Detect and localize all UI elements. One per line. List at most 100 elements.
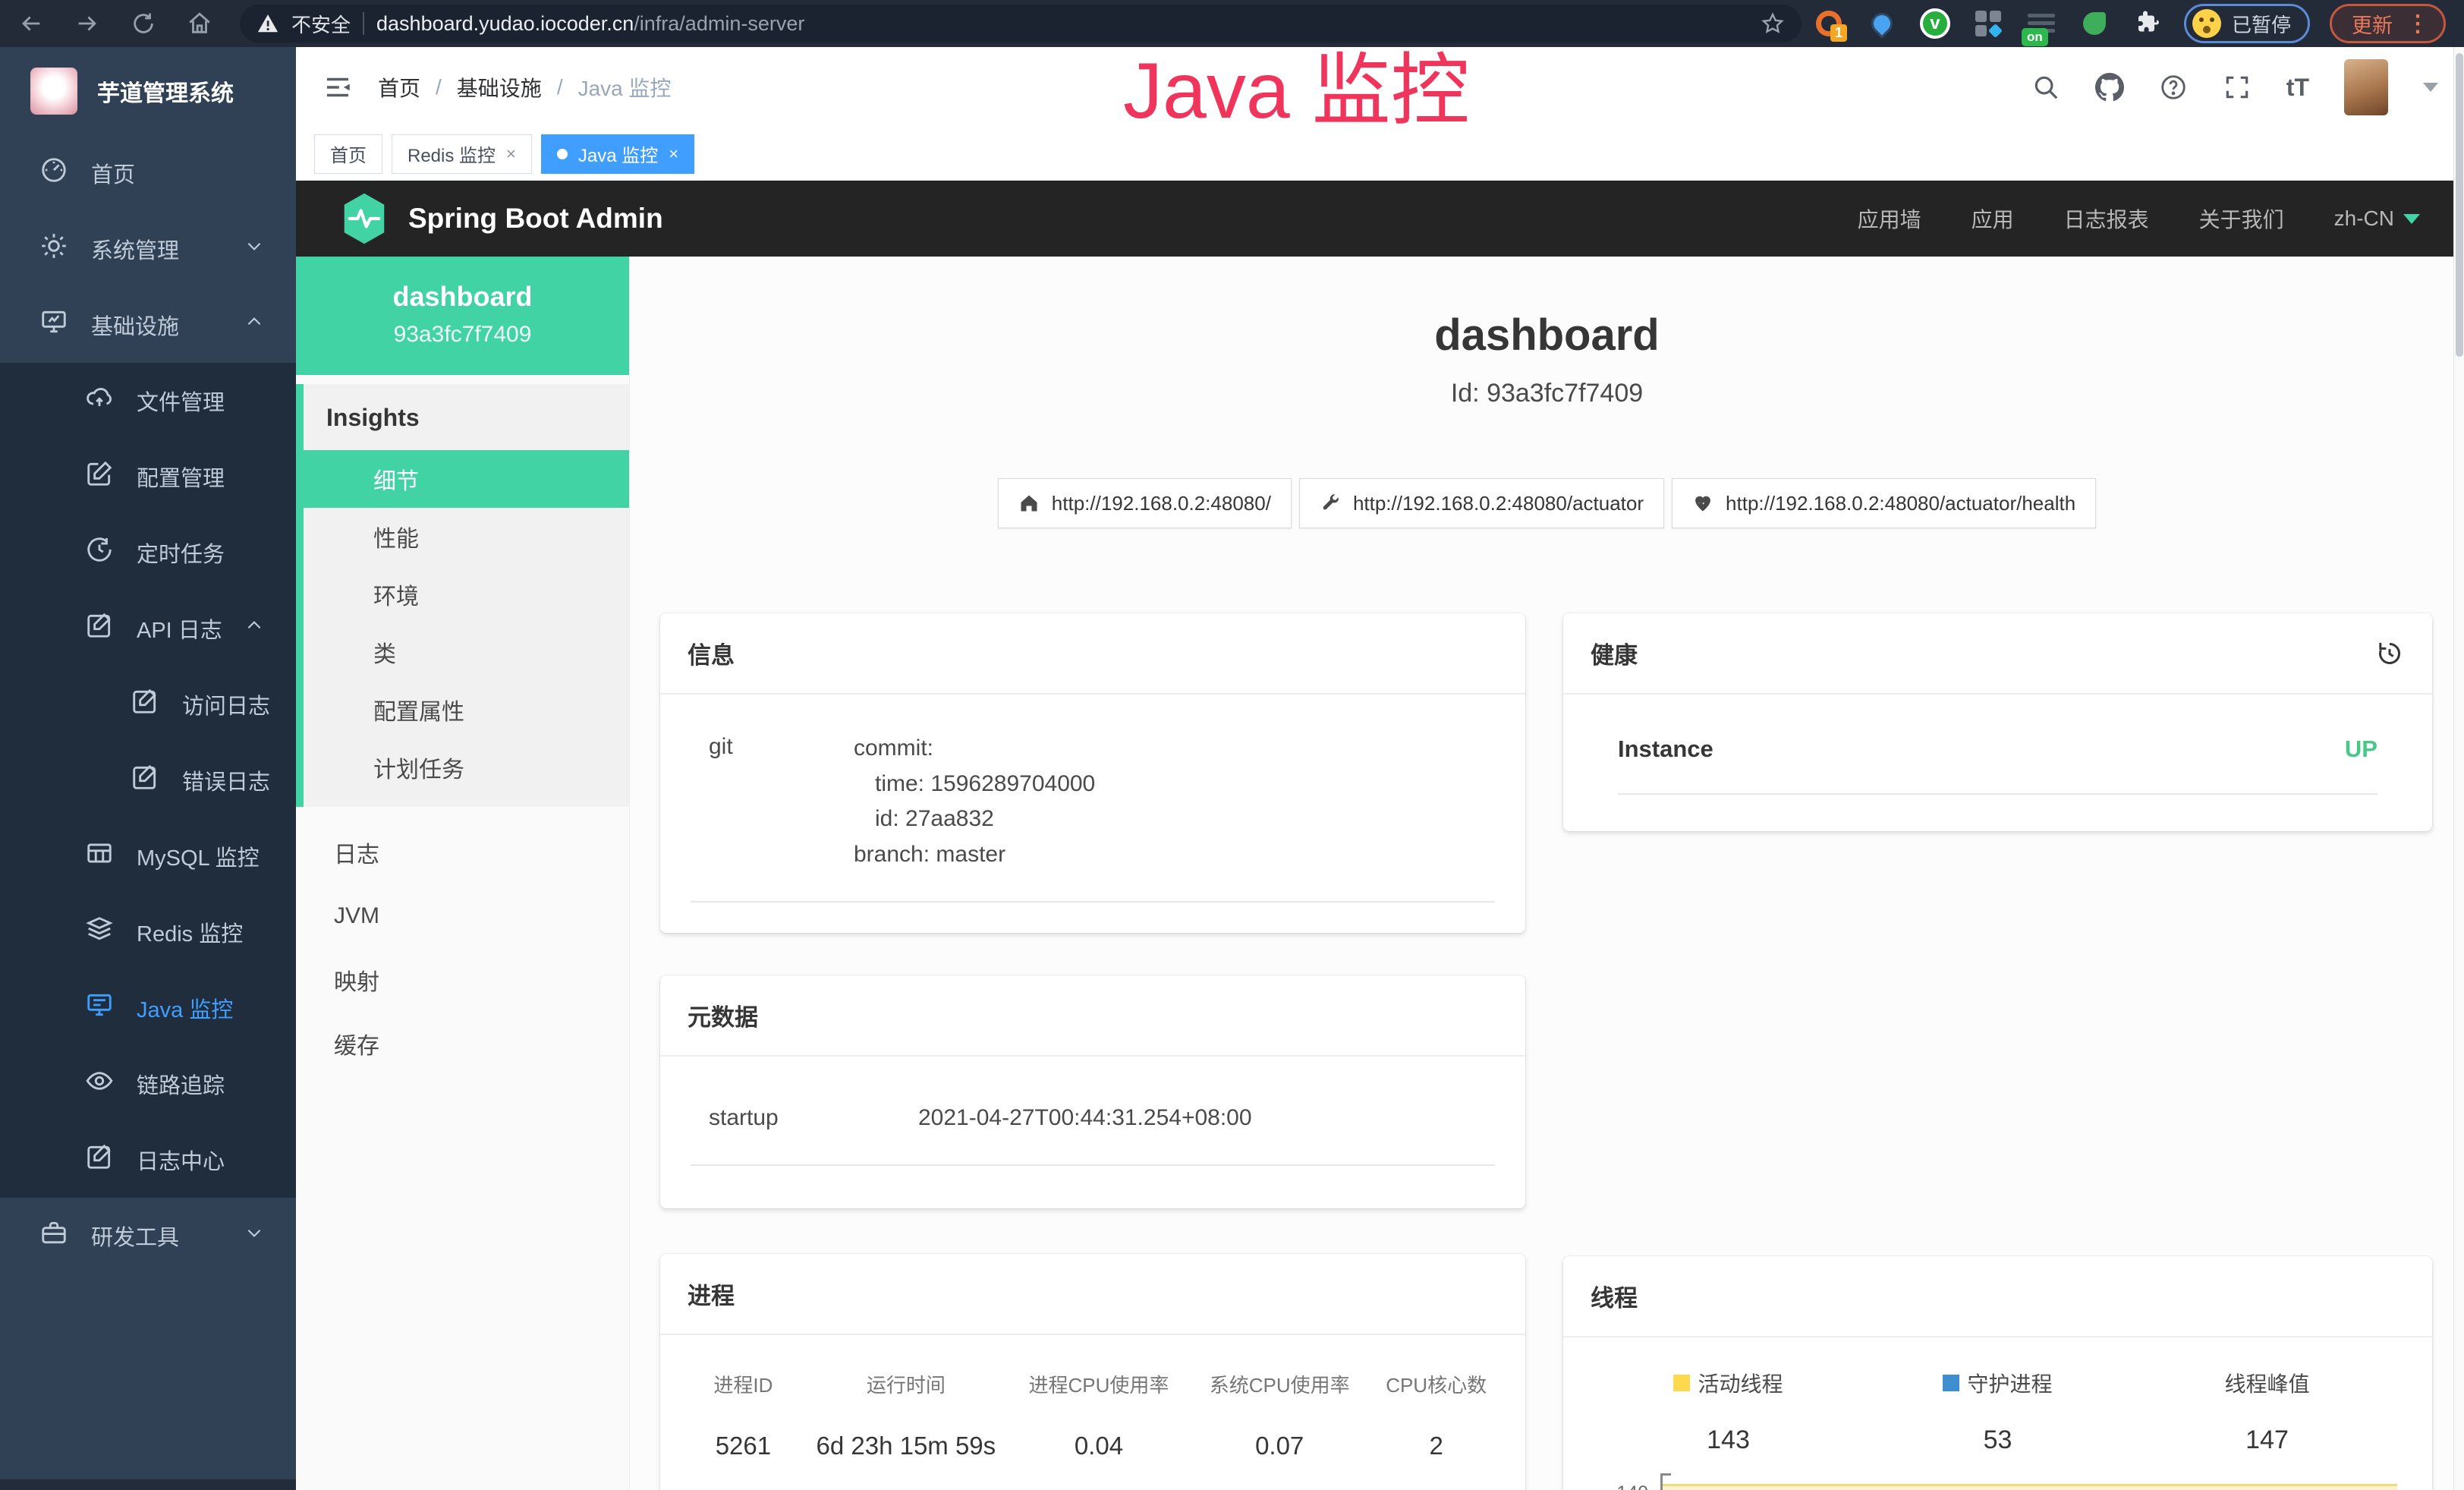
- info-row-git: git commit: time: 1596289704000 id: 27aa…: [691, 717, 1495, 903]
- sba-instance-block[interactable]: dashboard 93a3fc7f7409: [296, 257, 629, 375]
- sba-item-caches[interactable]: 缓存: [296, 1012, 629, 1076]
- screen: 不安全 dashboard.yudao.iocoder.cn/infra/adm…: [0, 0, 2464, 1490]
- git-commit-value: commit: time: 1596289704000 id: 27aa832 …: [854, 731, 1095, 872]
- sba-item-details[interactable]: 细节: [296, 450, 629, 508]
- page-scrollbar[interactable]: [2453, 47, 2464, 1490]
- browser-menu-icon[interactable]: ⋮: [2406, 11, 2430, 37]
- sba-item-logs[interactable]: 日志: [296, 821, 629, 884]
- sba-item-jvm[interactable]: JVM: [296, 884, 629, 948]
- home-icon[interactable]: [187, 11, 212, 36]
- edit-square-icon: [85, 459, 114, 494]
- reload-icon[interactable]: [131, 11, 156, 36]
- help-icon[interactable]: [2159, 73, 2188, 102]
- not-secure-warning-icon[interactable]: [256, 12, 279, 35]
- cloud-upload-icon: [85, 383, 114, 418]
- sidebar-item-api-logs[interactable]: API 日志: [0, 591, 296, 666]
- sidebar-item-java-monitor[interactable]: Java 监控: [0, 970, 296, 1046]
- back-icon[interactable]: [18, 11, 44, 36]
- sba-content: dashboard Id: 93a3fc7f7409 http://192.16…: [630, 257, 2464, 1490]
- app-logo: [30, 68, 77, 115]
- app-sidebar: 芋道管理系统 首页 系统管理 基础设施: [0, 47, 296, 1490]
- forward-icon[interactable]: [74, 11, 100, 36]
- address-bar[interactable]: 不安全 dashboard.yudao.iocoder.cn/infra/adm…: [240, 5, 1802, 43]
- actuator-url-button[interactable]: http://192.168.0.2:48080/actuator: [1299, 478, 1664, 528]
- sba-nav-journal[interactable]: 日志报表: [2064, 203, 2149, 234]
- sidebar-item-mysql-monitor[interactable]: MySQL 监控: [0, 818, 296, 894]
- sba-brand[interactable]: Spring Boot Admin: [340, 192, 663, 245]
- user-avatar[interactable]: [2344, 59, 2388, 115]
- threads-card: 线程 活动线程 143 守护进程 53: [1563, 1256, 2432, 1490]
- instance-id: 93a3fc7f7409: [304, 322, 622, 348]
- legend-live-threads: 活动线程 143: [1594, 1368, 1863, 1455]
- grid-extension-icon[interactable]: [1972, 7, 2005, 40]
- sba-item-classes[interactable]: 类: [304, 623, 629, 681]
- close-icon[interactable]: ×: [506, 144, 516, 164]
- instance-links: http://192.168.0.2:48080/ http://192.168…: [630, 478, 2464, 528]
- breadcrumb-current: Java 监控: [578, 72, 672, 102]
- sba-nav-about[interactable]: 关于我们: [2199, 203, 2284, 234]
- sba-item-scheduled[interactable]: 计划任务: [304, 739, 629, 796]
- service-url-button[interactable]: http://192.168.0.2:48080/: [998, 478, 1292, 528]
- security-label: 不安全: [291, 10, 351, 38]
- v-circle-extension-icon[interactable]: v: [1918, 7, 1952, 40]
- sidebar-item-log-center[interactable]: 日志中心: [0, 1122, 296, 1198]
- spring-boot-admin-frame: Spring Boot Admin 应用墙 应用 日志报表 关于我们 zh-CN: [296, 181, 2464, 1490]
- edit-square-icon: [131, 763, 159, 798]
- card-title-metadata: 元数据: [688, 998, 758, 1032]
- sidebar-item-redis-monitor[interactable]: Redis 监控: [0, 894, 296, 970]
- close-icon[interactable]: ×: [669, 144, 678, 164]
- sidebar-item-file-management[interactable]: 文件管理: [0, 363, 296, 439]
- sba-item-mappings[interactable]: 映射: [296, 948, 629, 1012]
- sidebar-item-home[interactable]: 首页: [0, 135, 296, 211]
- switch-extension-icon[interactable]: on: [2025, 7, 2058, 40]
- sidebar-item-access-logs[interactable]: 访问日志: [0, 666, 296, 742]
- sba-nav-applications[interactable]: 应用: [1972, 203, 2014, 234]
- tab-redis-monitor[interactable]: Redis 监控×: [392, 134, 532, 174]
- paused-profile-badge[interactable]: 已暂停: [2184, 4, 2310, 43]
- sba-nav-wallboard[interactable]: 应用墙: [1858, 203, 1921, 234]
- avatar-caret-icon[interactable]: [2423, 83, 2438, 92]
- chrome-update-button[interactable]: 更新 ⋮: [2330, 4, 2446, 43]
- sba-item-metrics[interactable]: 性能: [304, 508, 629, 565]
- sidebar-item-infra[interactable]: 基础设施: [0, 287, 296, 363]
- health-url-button[interactable]: http://192.168.0.2:48080/actuator/health: [1672, 478, 2096, 528]
- sidebar-item-scheduled-tasks[interactable]: 定时任务: [0, 515, 296, 591]
- address-divider: [363, 12, 364, 35]
- colorzilla-extension-icon[interactable]: 1: [1812, 7, 1846, 40]
- history-icon[interactable]: [2374, 638, 2405, 669]
- fullscreen-icon[interactable]: [2223, 73, 2252, 102]
- sprout-extension-icon[interactable]: [2078, 7, 2111, 40]
- legend-swatch-blue: [1943, 1375, 1959, 1391]
- sba-item-environment[interactable]: 环境: [304, 565, 629, 623]
- active-tab-dot: [557, 149, 568, 159]
- sidebar-item-dev-tools[interactable]: 研发工具: [0, 1198, 296, 1274]
- live-threads-area: [1663, 1484, 2397, 1490]
- chevron-up-icon: [244, 312, 264, 338]
- sidebar-item-error-logs[interactable]: 错误日志: [0, 742, 296, 818]
- sidebar-item-system[interactable]: 系统管理: [0, 211, 296, 287]
- breadcrumb-infra[interactable]: 基础设施: [457, 72, 542, 102]
- sba-language-select[interactable]: zh-CN: [2334, 206, 2420, 231]
- wrench-icon: [1320, 493, 1341, 514]
- font-size-icon[interactable]: tT: [2286, 74, 2309, 102]
- collapse-sidebar-icon[interactable]: [322, 71, 354, 103]
- url-text: dashboard.yudao.iocoder.cn/infra/admin-s…: [376, 12, 804, 36]
- github-icon[interactable]: [2095, 73, 2124, 102]
- breadcrumb-home[interactable]: 首页: [378, 72, 420, 102]
- sba-item-config-props[interactable]: 配置属性: [304, 681, 629, 739]
- clock-redo-icon: [85, 535, 114, 570]
- scrollbar-thumb[interactable]: [2456, 53, 2463, 357]
- tab-java-monitor[interactable]: Java 监控×: [541, 134, 694, 174]
- sidebar-item-config-management[interactable]: 配置管理: [0, 439, 296, 515]
- process-table: 进程ID5261 运行时间6d 23h 15m 59s 进程CPU使用率0.04…: [660, 1335, 1525, 1490]
- threads-legend: 活动线程 143 守护进程 53 线程峰值: [1563, 1337, 2432, 1455]
- sidebar-item-tracing[interactable]: 链路追踪: [0, 1046, 296, 1122]
- search-icon[interactable]: [2031, 73, 2060, 102]
- bookmark-star-icon[interactable]: [1761, 11, 1785, 36]
- extensions-puzzle-icon[interactable]: [2131, 7, 2164, 40]
- sba-sidebar: dashboard 93a3fc7f7409 Insights 细节 性能 环境…: [296, 257, 630, 1490]
- tab-home[interactable]: 首页: [314, 134, 382, 174]
- briefcase-icon: [39, 1218, 68, 1253]
- sba-nav: 应用墙 应用 日志报表 关于我们 zh-CN: [1858, 203, 2420, 234]
- pin-extension-icon[interactable]: [1865, 7, 1899, 40]
